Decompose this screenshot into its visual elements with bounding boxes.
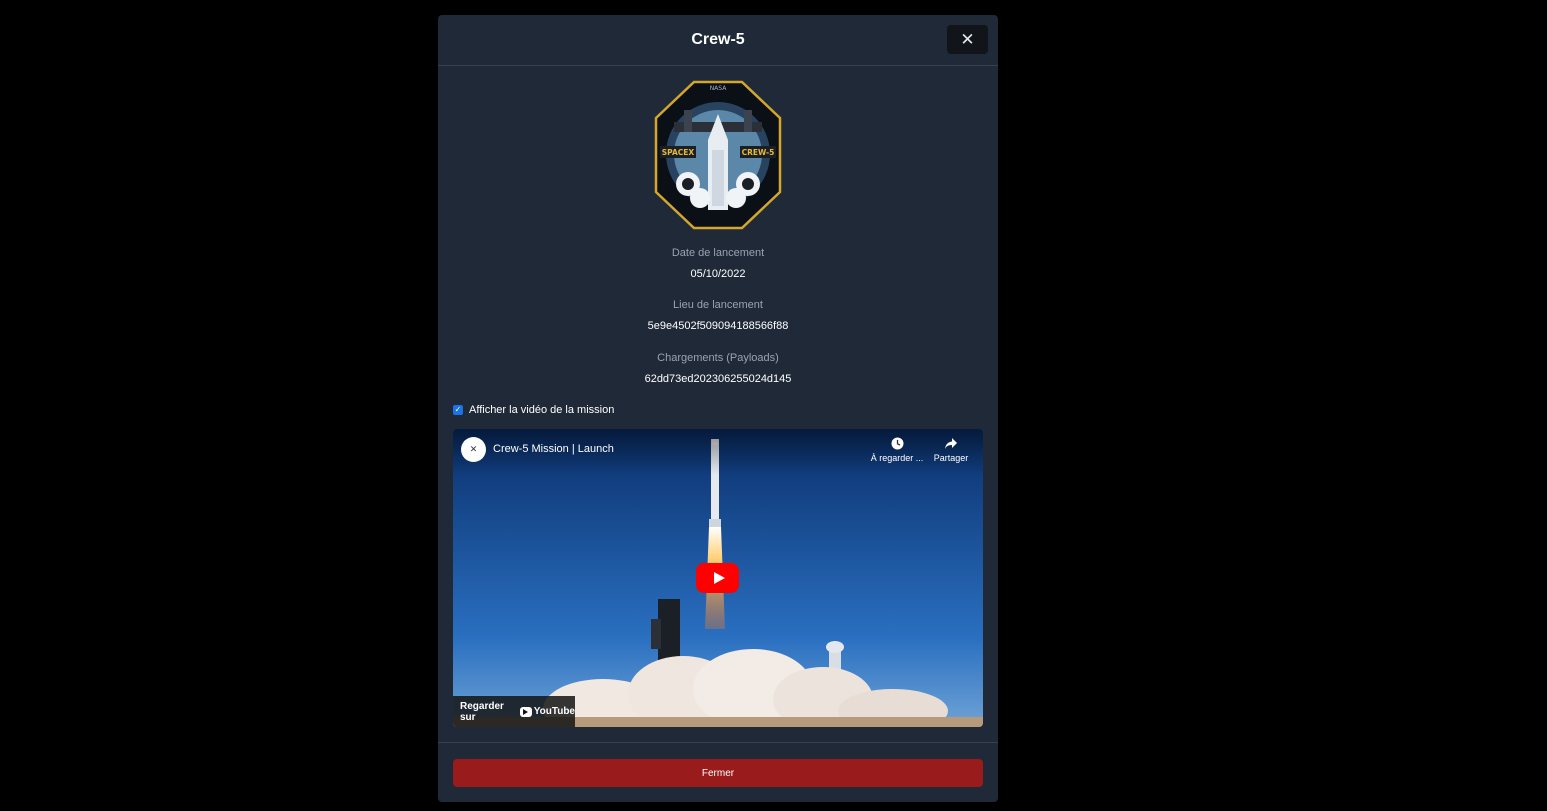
modal-footer: Fermer (438, 742, 998, 802)
channel-avatar[interactable]: ✕ (461, 437, 486, 462)
launch-date-block: Date de lancement 05/10/2022 (438, 247, 998, 280)
close-button[interactable]: Fermer (453, 759, 983, 787)
mission-patch-wrap: SPACEX CREW-5 NASA (438, 80, 998, 230)
patch-nasa-text: NASA (710, 85, 728, 92)
launch-site-block: Lieu de lancement 5e9e4502f509094188566f… (438, 299, 998, 332)
launch-site-label: Lieu de lancement (673, 299, 763, 311)
payloads-block: Chargements (Payloads) 62dd73ed202306255… (438, 352, 998, 385)
youtube-logo-icon (519, 706, 532, 717)
video-title[interactable]: Crew-5 Mission | Launch (493, 443, 614, 455)
youtube-label: YouTube (533, 706, 575, 717)
watch-later-label: À regarder ... (870, 453, 924, 463)
close-icon-button[interactable]: ✕ (947, 25, 988, 54)
launch-date-label: Date de lancement (671, 247, 765, 259)
share-label: Partager (933, 453, 969, 463)
mission-modal: Crew-5 ✕ SPACEX CREW-5 NASA Date de lanc… (438, 15, 998, 802)
mission-patch: SPACEX CREW-5 NASA (654, 80, 782, 230)
watch-on-youtube-button[interactable]: Regarder sur YouTube (453, 696, 575, 727)
share-icon (921, 437, 981, 453)
play-icon (713, 572, 725, 584)
show-video-toggle[interactable]: ✓ Afficher la vidéo de la mission (453, 404, 614, 416)
share-button[interactable]: Partager (921, 437, 981, 463)
modal-header: Crew-5 ✕ (438, 15, 998, 66)
modal-title: Crew-5 (691, 31, 745, 48)
close-icon: ✕ (960, 29, 975, 49)
show-video-checkbox[interactable]: ✓ (453, 405, 463, 415)
launch-date-value: 05/10/2022 (690, 268, 746, 280)
clock-icon (867, 437, 927, 453)
mission-video-embed[interactable]: ✕ Crew-5 Mission | Launch À regarder ...… (453, 429, 983, 727)
watch-on-label: Regarder sur (460, 700, 504, 723)
show-video-label: Afficher la vidéo de la mission (469, 404, 615, 416)
launch-site-value: 5e9e4502f509094188566f88 (647, 320, 789, 332)
watch-later-button[interactable]: À regarder ... (867, 437, 927, 463)
payloads-label: Chargements (Payloads) (657, 352, 779, 364)
patch-crew-text: CREW-5 (742, 148, 775, 157)
play-button[interactable] (696, 563, 739, 593)
spacex-logo-icon: ✕ (469, 444, 478, 454)
payloads-value: 62dd73ed202306255024d145 (644, 373, 792, 385)
patch-spacex-text: SPACEX (662, 148, 695, 157)
